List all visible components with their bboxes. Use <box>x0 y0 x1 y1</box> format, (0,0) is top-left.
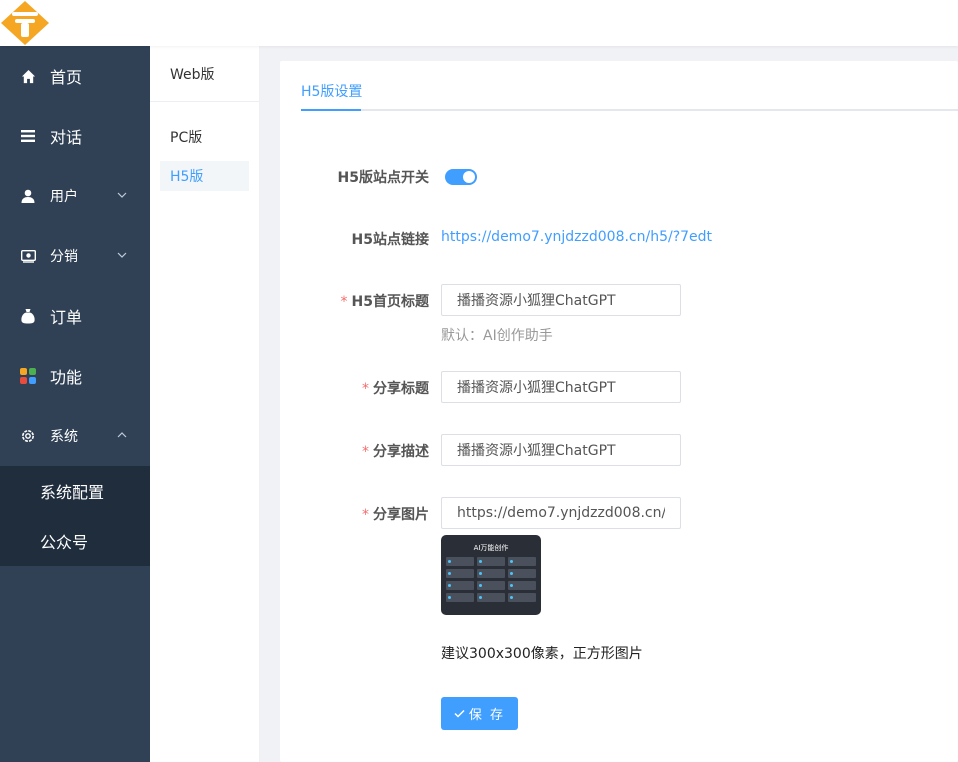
preview-cell <box>508 569 536 578</box>
preview-cell <box>477 569 505 578</box>
logo-icon[interactable] <box>0 0 50 46</box>
sidebar-subitem-system-config[interactable]: 系统配置 <box>0 466 150 516</box>
preview-cell <box>477 581 505 590</box>
required-mark: * <box>362 444 369 460</box>
sidebar-item-label: 对话 <box>50 128 83 147</box>
sidebar-item-features[interactable]: 功能 <box>0 346 150 406</box>
tab-bar: H5版设置 <box>301 61 958 111</box>
sidebar-item-home[interactable]: 首页 <box>0 46 150 106</box>
sidebar-submenu: 系统配置 公众号 <box>0 466 150 566</box>
secnav-header[interactable]: Web版 <box>150 46 259 102</box>
sidebar-item-orders[interactable]: 订单 <box>0 286 150 346</box>
secnav-item-label: PC版 <box>170 130 203 146</box>
sidebar-item-distribution[interactable]: 分销 <box>0 226 150 286</box>
bag-icon <box>20 308 36 324</box>
home-title-label: * H5首页标题 <box>340 294 429 310</box>
sidebar-item-users[interactable]: 用户 <box>0 166 150 226</box>
preview-cell <box>446 557 474 566</box>
home-icon <box>20 68 36 84</box>
gear-icon <box>20 428 36 444</box>
preview-cell <box>477 557 505 566</box>
chevron-down-icon <box>117 252 127 258</box>
preview-cell <box>477 593 505 602</box>
preview-grid <box>446 557 536 602</box>
list-icon <box>20 128 36 144</box>
user-icon <box>20 188 36 204</box>
sidebar-item-label: 用户 <box>50 189 78 205</box>
sidebar-subitem-label: 公众号 <box>40 533 89 552</box>
sidebar-item-label: 功能 <box>50 368 83 387</box>
sidebar-item-label: 首页 <box>50 68 83 87</box>
required-mark: * <box>362 381 369 397</box>
save-button-label: 保 存 <box>468 708 506 723</box>
secnav-item-label: H5版 <box>170 169 204 185</box>
h5-site-link[interactable]: https://demo7.ynjdzzd008.cn/h5/?7edt <box>441 229 712 245</box>
sidebar-item-label: 订单 <box>50 308 83 327</box>
preview-cell <box>508 593 536 602</box>
switch-knob <box>463 171 475 183</box>
switch-label: H5版站点开关 <box>337 170 429 186</box>
required-mark: * <box>340 294 348 310</box>
h5-site-switch[interactable] <box>445 169 477 185</box>
sidebar-item-chat[interactable]: 对话 <box>0 106 150 166</box>
secondary-nav: Web版 PC版 H5版 <box>150 46 260 762</box>
share-title-label: * 分享标题 <box>362 381 429 397</box>
share-desc-label: * 分享描述 <box>362 444 429 460</box>
preview-cell <box>508 557 536 566</box>
sidebar-subitem-label: 系统配置 <box>40 483 105 502</box>
share-desc-input[interactable] <box>441 434 681 466</box>
link-label: H5站点链接 <box>351 232 429 248</box>
tab-active-indicator <box>301 109 361 111</box>
share-title-input[interactable] <box>441 371 681 403</box>
chevron-down-icon <box>117 192 127 198</box>
money-icon <box>20 248 36 264</box>
preview-cell <box>508 581 536 590</box>
secnav-item-pc[interactable]: PC版 <box>160 122 249 152</box>
preview-cell <box>446 581 474 590</box>
sidebar-item-label: 系统 <box>50 429 78 445</box>
save-button[interactable]: 保 存 <box>441 697 518 730</box>
tab-h5-settings[interactable]: H5版设置 <box>301 81 362 111</box>
home-title-hint: 默认：AI创作助手 <box>441 328 553 344</box>
share-image-hint: 建议300x300像素，正方形图片 <box>441 646 643 662</box>
required-mark: * <box>362 507 369 523</box>
preview-title: AI万能创作 <box>473 544 509 552</box>
sidebar-item-system[interactable]: 系统 <box>0 406 150 466</box>
top-bar <box>0 0 958 46</box>
check-icon <box>454 709 465 718</box>
secnav-item-h5[interactable]: H5版 <box>160 161 249 191</box>
share-image-preview[interactable]: AI万能创作 <box>441 535 541 615</box>
chevron-up-icon <box>117 432 127 438</box>
main-content: H5版设置 H5版站点开关 H5站点链接 https://demo7.ynjdz… <box>280 61 958 762</box>
share-image-input[interactable] <box>441 497 681 529</box>
preview-cell <box>446 569 474 578</box>
share-image-label: * 分享图片 <box>362 507 429 523</box>
sidebar: 首页 对话 用户 分销 订单 功能 系统 系统配置 公众号 <box>0 46 150 762</box>
grid-icon <box>20 368 36 384</box>
preview-cell <box>446 593 474 602</box>
sidebar-subitem-official-account[interactable]: 公众号 <box>0 516 150 566</box>
sidebar-item-label: 分销 <box>50 249 78 265</box>
home-title-input[interactable] <box>441 284 681 316</box>
